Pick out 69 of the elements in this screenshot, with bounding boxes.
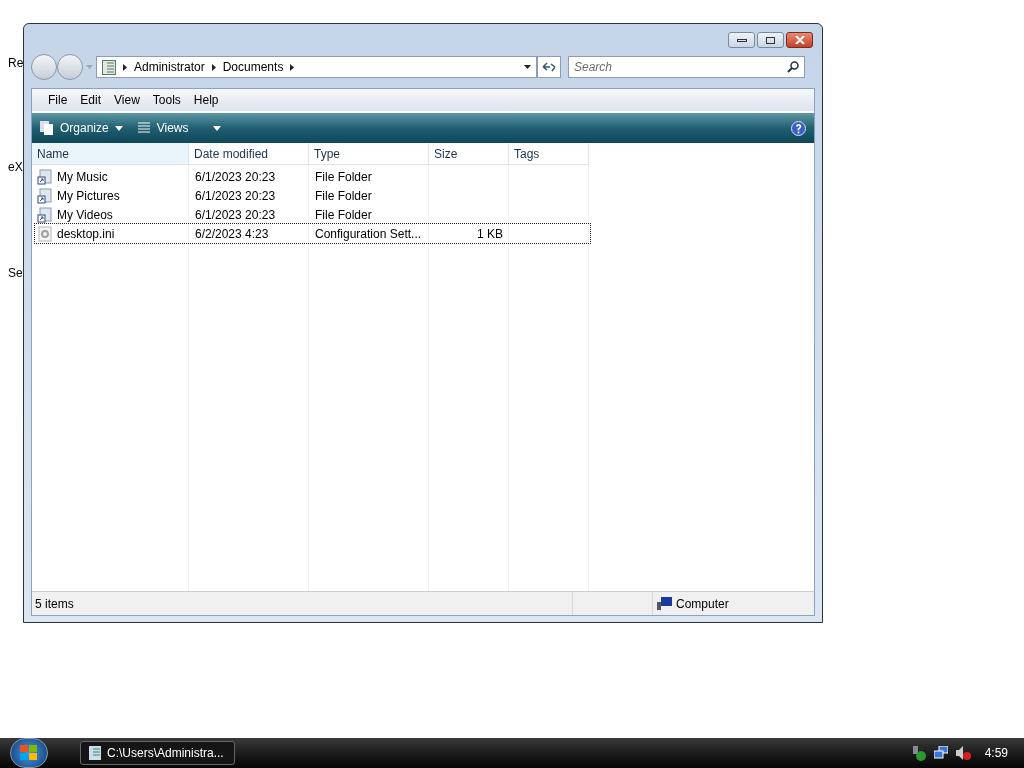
breadcrumb[interactable]: Documents xyxy=(222,58,284,76)
search-icon[interactable] xyxy=(787,61,799,73)
start-button[interactable] xyxy=(10,738,48,768)
toolbar-button[interactable]: Views xyxy=(136,117,221,139)
chevron-icon[interactable] xyxy=(211,63,216,71)
column-header[interactable]: Tags xyxy=(509,143,589,165)
address-bar[interactable]: Administrator Documents xyxy=(96,56,537,78)
close-icon xyxy=(794,36,805,44)
table-cell-text: My Music xyxy=(57,168,108,186)
table-cell: File Folder xyxy=(315,169,372,184)
chevron-icon[interactable] xyxy=(123,63,127,71)
windows-logo-icon xyxy=(20,745,38,761)
chevron-icon[interactable] xyxy=(290,63,295,71)
refresh-icon xyxy=(542,61,556,73)
table-cell-text: My Pictures xyxy=(57,187,120,205)
desktop-icon-label[interactable]: Re xyxy=(8,54,24,72)
list-icon xyxy=(136,121,151,135)
shortcut-icon xyxy=(37,187,53,204)
muted-speaker-icon[interactable] xyxy=(955,746,971,760)
toolbar-button[interactable]: Organize xyxy=(40,117,123,139)
caret-icon xyxy=(114,125,123,131)
taskbar-button[interactable]: C:\Users\Administra... xyxy=(80,741,235,765)
table-cell: File Folder xyxy=(315,188,372,203)
menu-item[interactable]: File xyxy=(48,91,68,109)
search-box[interactable]: Search xyxy=(568,56,805,78)
table-cell: 6/1/2023 20:23 xyxy=(195,188,276,203)
security-icon[interactable] xyxy=(911,745,926,761)
pages-icon xyxy=(40,121,54,135)
desktop-icon-label[interactable]: eX xyxy=(8,158,23,176)
file-row[interactable]: My Music 6/1/2023 20:23 File Folder xyxy=(35,167,590,186)
table-cell: 6/1/2023 20:23 xyxy=(195,169,276,184)
table-cell-text: 1 KB xyxy=(477,225,503,243)
table-cell: 6/1/2023 20:23 xyxy=(195,207,276,222)
shortcut-icon xyxy=(37,206,53,223)
table-cell-text: My Videos xyxy=(57,206,113,224)
table-cell: Configuration Sett... xyxy=(315,226,422,241)
table-cell: File Folder xyxy=(315,207,372,222)
desktop-icon-label[interactable]: Se xyxy=(8,264,23,282)
caret-icon xyxy=(212,125,221,131)
search-input[interactable]: Search xyxy=(574,58,787,76)
menu-item[interactable]: Tools xyxy=(152,91,181,109)
menu-item[interactable]: Help xyxy=(193,91,219,109)
maximize-button[interactable] xyxy=(757,32,784,48)
file-row[interactable]: My Videos 6/1/2023 20:23 File Folder xyxy=(35,205,590,224)
menu-item[interactable]: Edit xyxy=(80,91,102,109)
column-header[interactable]: Name xyxy=(32,143,189,165)
status-text: 5 items xyxy=(34,595,75,613)
column-header[interactable]: Size xyxy=(429,143,509,165)
menu-item[interactable]: View xyxy=(114,91,140,109)
status-text: Computer xyxy=(676,595,729,613)
file-row[interactable]: My Pictures 6/1/2023 20:23 File Folder xyxy=(35,186,590,205)
folder-icon xyxy=(102,59,116,75)
column-header[interactable]: Type xyxy=(309,143,429,165)
breadcrumb[interactable]: Administrator xyxy=(134,58,205,76)
computer-icon xyxy=(657,597,672,610)
file-row[interactable]: desktop.ini 6/2/2023 4:23 Configuration Sett... 1 KB xyxy=(35,224,590,243)
minimize-button[interactable] xyxy=(728,32,755,48)
table-cell: 6/2/2023 4:23 xyxy=(195,226,269,241)
help-icon[interactable] xyxy=(791,120,806,136)
gear-file-icon xyxy=(37,225,53,242)
dropdown-icon[interactable] xyxy=(524,65,531,69)
network-icon[interactable] xyxy=(933,746,948,760)
folder-icon xyxy=(89,746,101,760)
close-button[interactable] xyxy=(786,32,813,48)
table-cell-text: desktop.ini xyxy=(57,225,115,243)
clock[interactable]: 4:59 xyxy=(984,744,1008,762)
refresh-button[interactable] xyxy=(537,56,561,78)
column-header[interactable]: Date modified xyxy=(189,143,309,165)
shortcut-icon xyxy=(37,168,53,185)
